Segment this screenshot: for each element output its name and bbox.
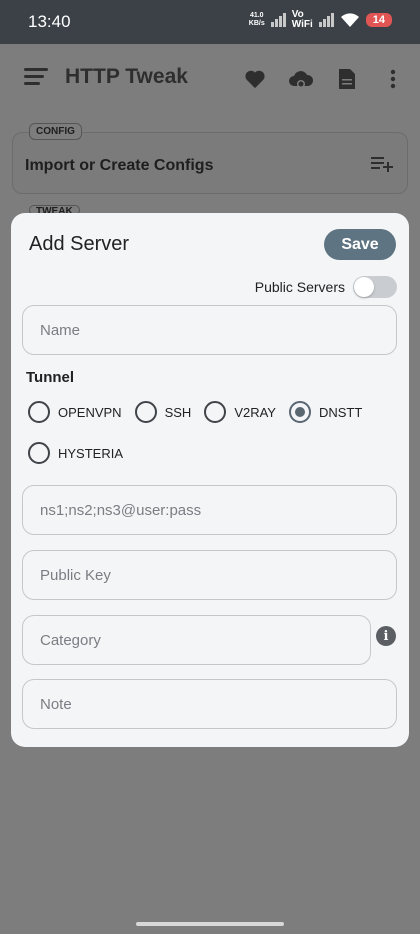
config-chip: CONFIG (29, 123, 82, 140)
info-icon[interactable]: i (376, 626, 396, 646)
vowifi-bottom: WiFi (291, 19, 313, 30)
app-title: HTTP Tweak (65, 65, 188, 88)
radio-circle (204, 401, 227, 423)
tunnel-label: Tunnel (26, 369, 75, 386)
radio-label-v2ray: V2RAY (234, 404, 276, 420)
network-speed-unit: KB/s (248, 20, 265, 27)
radio-label-ssh: SSH (164, 404, 192, 420)
radio-ssh[interactable]: SSH (134, 401, 192, 423)
radio-circle (28, 401, 50, 423)
radio-label-openvpn: OPENVPN (58, 404, 122, 420)
radio-circle (134, 401, 157, 423)
public-servers-row: Public Servers (255, 276, 397, 298)
document-icon[interactable] (332, 64, 362, 94)
tunnel-options-row-1: OPENVPN SSH V2RAY DNSTT (28, 401, 375, 423)
home-indicator[interactable] (136, 922, 284, 926)
playlist-add-icon[interactable] (371, 155, 393, 178)
status-time: 13:40 (28, 12, 71, 31)
heart-icon[interactable] (240, 64, 270, 94)
config-card[interactable]: Import or Create Configs (12, 132, 408, 194)
menu-icon[interactable] (24, 68, 48, 89)
name-field[interactable]: Name (22, 305, 397, 355)
public-servers-toggle[interactable] (353, 276, 397, 298)
add-server-dialog: Add Server Save Public Servers Name Tunn… (11, 213, 409, 747)
dialog-title: Add Server (29, 233, 130, 255)
tunnel-options-row-2: HYSTERIA (28, 442, 136, 464)
status-icons: 41.0 KB/s Vo WiFi 14 (249, 10, 392, 30)
radio-circle (28, 442, 50, 464)
more-vert-icon[interactable] (378, 64, 408, 94)
radio-label-dnstt: DNSTT (318, 404, 363, 420)
radio-openvpn[interactable]: OPENVPN (28, 401, 122, 423)
app-bar: HTTP Tweak (0, 44, 420, 112)
signal-icon-2 (318, 13, 334, 27)
signal-icon (270, 13, 286, 27)
public-servers-label: Public Servers (254, 279, 345, 295)
public-key-field[interactable]: Public Key (22, 550, 397, 600)
wifi-icon (340, 13, 359, 27)
app-bar-actions (240, 64, 408, 94)
radio-v2ray[interactable]: V2RAY (204, 401, 276, 423)
cloud-icon[interactable] (286, 64, 316, 94)
battery-icon: 14 (365, 13, 392, 27)
radio-dnstt[interactable]: DNSTT (288, 401, 363, 423)
radio-circle-selected (288, 401, 311, 423)
network-speed-value: 41.0 (249, 12, 264, 19)
config-text: Import or Create Configs (25, 157, 214, 174)
note-field[interactable]: Note (22, 679, 397, 729)
vowifi-icon: Vo WiFi (292, 10, 313, 30)
network-speed: 41.0 KB/s (249, 12, 265, 28)
toggle-knob (354, 277, 374, 297)
category-field[interactable]: Category (22, 615, 371, 665)
server-field[interactable]: ns1;ns2;ns3@user:pass (22, 485, 397, 535)
radio-label-hysteria: HYSTERIA (58, 445, 124, 461)
radio-hysteria[interactable]: HYSTERIA (28, 442, 123, 464)
status-bar: 13:40 41.0 KB/s Vo WiFi 14 (0, 0, 420, 44)
save-button[interactable]: Save (324, 229, 396, 260)
